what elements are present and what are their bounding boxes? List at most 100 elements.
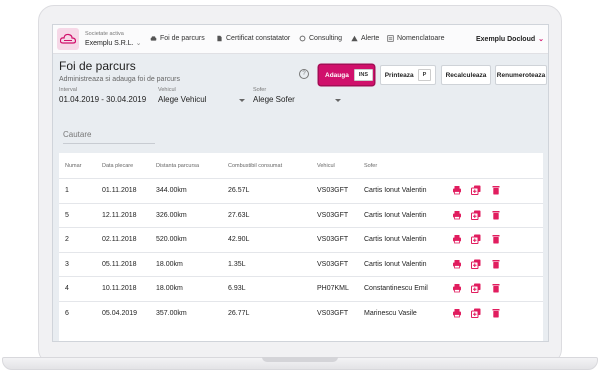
recalculate-button[interactable]: Recalculeaza — [441, 65, 491, 85]
trash-icon[interactable] — [491, 308, 501, 318]
duplicate-icon[interactable] — [471, 210, 481, 220]
table-cell: 05.11.2018 — [102, 260, 137, 268]
trip-sheets-table: Numar Data plecare Distanta parcursa Com… — [59, 153, 543, 341]
nav-item-label: Certificat constatator — [226, 35, 291, 42]
nav-item-nomenclatoare[interactable]: Nomenclatoare — [387, 35, 444, 42]
table-cell: VS03GFT — [317, 236, 349, 244]
table-cell: 10.11.2018 — [102, 285, 137, 293]
print-icon[interactable] — [452, 185, 462, 195]
nav-item-label: Consulting — [309, 35, 343, 42]
table-cell: Cartis Ionut Valentin — [364, 236, 427, 244]
table-cell: 1.35L — [228, 260, 246, 268]
nav-item-alerte[interactable]: Alerte — [351, 35, 379, 42]
print-icon[interactable] — [452, 308, 462, 318]
chevron-down-icon: ⌄ — [538, 36, 544, 43]
interval-field[interactable]: 01.04.2019 - 30.04.2019 — [59, 95, 146, 104]
renumber-button[interactable]: Renumeroteaza — [495, 65, 547, 85]
nav-item-label: Alerte — [361, 35, 380, 42]
nav-item-consulting[interactable]: Consulting — [299, 35, 342, 42]
company-name: Exemplu S.R.L. — [85, 40, 134, 47]
cloud-logo-icon[interactable] — [57, 28, 79, 50]
interval-label: Interval — [59, 87, 78, 93]
column-header: Sofer — [364, 163, 378, 169]
table-row[interactable]: 3 05.11.2018 18.00km 1.35L VS03GFT Cartis Ion… — [59, 251, 543, 276]
nav-item-label: Foi de parcurs — [160, 35, 205, 42]
table-row[interactable]: 4 10.11.2018 18.00km 6.93L PH07KML Constantin… — [59, 276, 543, 300]
driver-select[interactable]: Alege Sofer — [253, 95, 295, 104]
add-button-label: Adauga — [325, 71, 349, 79]
page-title: Foi de parcurs — [59, 59, 136, 73]
shortcut-key: INS — [353, 69, 374, 81]
chevron-down-icon[interactable] — [335, 99, 341, 102]
print-button-label: Printeaza — [384, 71, 414, 79]
warning-icon — [351, 35, 358, 42]
user-name: Exemplu Docloud — [476, 35, 536, 43]
trash-icon[interactable] — [491, 234, 501, 244]
table-cell: PH07KML — [317, 285, 349, 293]
print-icon[interactable] — [452, 210, 462, 220]
table-cell: 26.77L — [228, 310, 250, 317]
user-menu[interactable]: Exemplu Docloud ⌄ — [476, 35, 544, 44]
trash-icon[interactable] — [491, 283, 501, 293]
column-header: Numar — [65, 163, 82, 169]
nav-item-foi-de-parcurs[interactable]: Foi de parcurs — [150, 35, 205, 42]
table-cell: 5 — [65, 211, 69, 219]
company-caption: Societate activa — [85, 31, 124, 37]
table-row[interactable]: 1 01.11.2018 344.00km 26.57L VS03GFT Cartis I… — [59, 178, 543, 202]
page-subtitle: Administreaza si adauga foi de parcurs — [59, 76, 181, 83]
table-row[interactable]: 6 05.04.2019 357.00km 26.77L VS03GFT Marinesc… — [59, 301, 543, 325]
top-navigation: Societate activa Exemplu S.R.L. ⌄ Foi de… — [53, 25, 548, 54]
table-cell: Constantinescu Emil — [364, 285, 428, 293]
column-header: Combustibil consumat — [228, 163, 283, 169]
table-cell: VS03GFT — [317, 211, 349, 219]
vehicle-label: Vehicul — [158, 87, 176, 93]
document-icon — [217, 35, 222, 42]
table-cell: 3 — [65, 260, 69, 268]
shortcut-key: P — [417, 69, 432, 81]
table-row[interactable]: 5 12.11.2018 326.00km 27.63L VS03GFT Cartis I… — [59, 202, 543, 227]
app-screen: Societate activa Exemplu S.R.L. ⌄ Foi de… — [52, 24, 549, 342]
table-cell: 26.57L — [228, 187, 250, 194]
table-cell: 357.00km — [156, 310, 187, 317]
duplicate-icon[interactable] — [471, 308, 481, 318]
laptop-notch — [262, 357, 338, 362]
table-cell: Cartis Ionut Valentin — [364, 211, 427, 219]
driver-label: Sofer — [253, 87, 267, 93]
table-cell: 27.63L — [228, 211, 250, 219]
table-cell: 02.11.2018 — [102, 236, 137, 244]
print-icon[interactable] — [452, 259, 462, 269]
column-header: Data plecare — [102, 163, 134, 169]
table-cell: 18.00km — [156, 285, 183, 293]
list-icon — [387, 35, 394, 42]
print-button[interactable]: Printeaza P — [380, 65, 436, 85]
add-button[interactable]: Adauga INS — [319, 65, 374, 85]
nav-item-certificat[interactable]: Certificat constatator — [216, 35, 290, 42]
table-cell: 326.00km — [156, 211, 187, 219]
trash-icon[interactable] — [491, 185, 501, 195]
column-header: Distanta parcursa — [156, 163, 200, 169]
headset-icon — [299, 35, 306, 42]
duplicate-icon[interactable] — [471, 259, 481, 269]
trash-icon[interactable] — [491, 259, 501, 269]
duplicate-icon[interactable] — [471, 234, 481, 245]
table-row[interactable]: 2 02.11.2018 520.00km 42.90L VS03GFT Cartis I… — [59, 227, 543, 251]
table-cell: VS03GFT — [317, 187, 349, 194]
table-cell: VS03GFT — [317, 260, 349, 268]
duplicate-icon[interactable] — [471, 185, 481, 195]
duplicate-icon[interactable] — [471, 283, 481, 294]
chevron-down-icon: ⌄ — [135, 40, 142, 47]
table-cell: 6.93L — [228, 285, 246, 293]
active-company-selector[interactable]: Societate activa Exemplu S.R.L. ⌄ — [85, 30, 141, 48]
print-icon[interactable] — [452, 234, 462, 244]
vehicle-select[interactable]: Alege Vehicul — [158, 95, 206, 104]
car-icon — [150, 36, 157, 41]
trash-icon[interactable] — [491, 210, 501, 220]
table-cell: Cartis Ionut Valentin — [364, 187, 427, 194]
search-input[interactable]: Cautare — [63, 129, 155, 144]
chevron-down-icon[interactable] — [239, 99, 245, 102]
table-cell: 4 — [65, 285, 69, 293]
column-header: Vehicul — [317, 163, 335, 169]
help-icon[interactable]: ? — [299, 69, 309, 79]
print-icon[interactable] — [452, 283, 462, 293]
table-cell: 05.04.2019 — [102, 310, 138, 317]
